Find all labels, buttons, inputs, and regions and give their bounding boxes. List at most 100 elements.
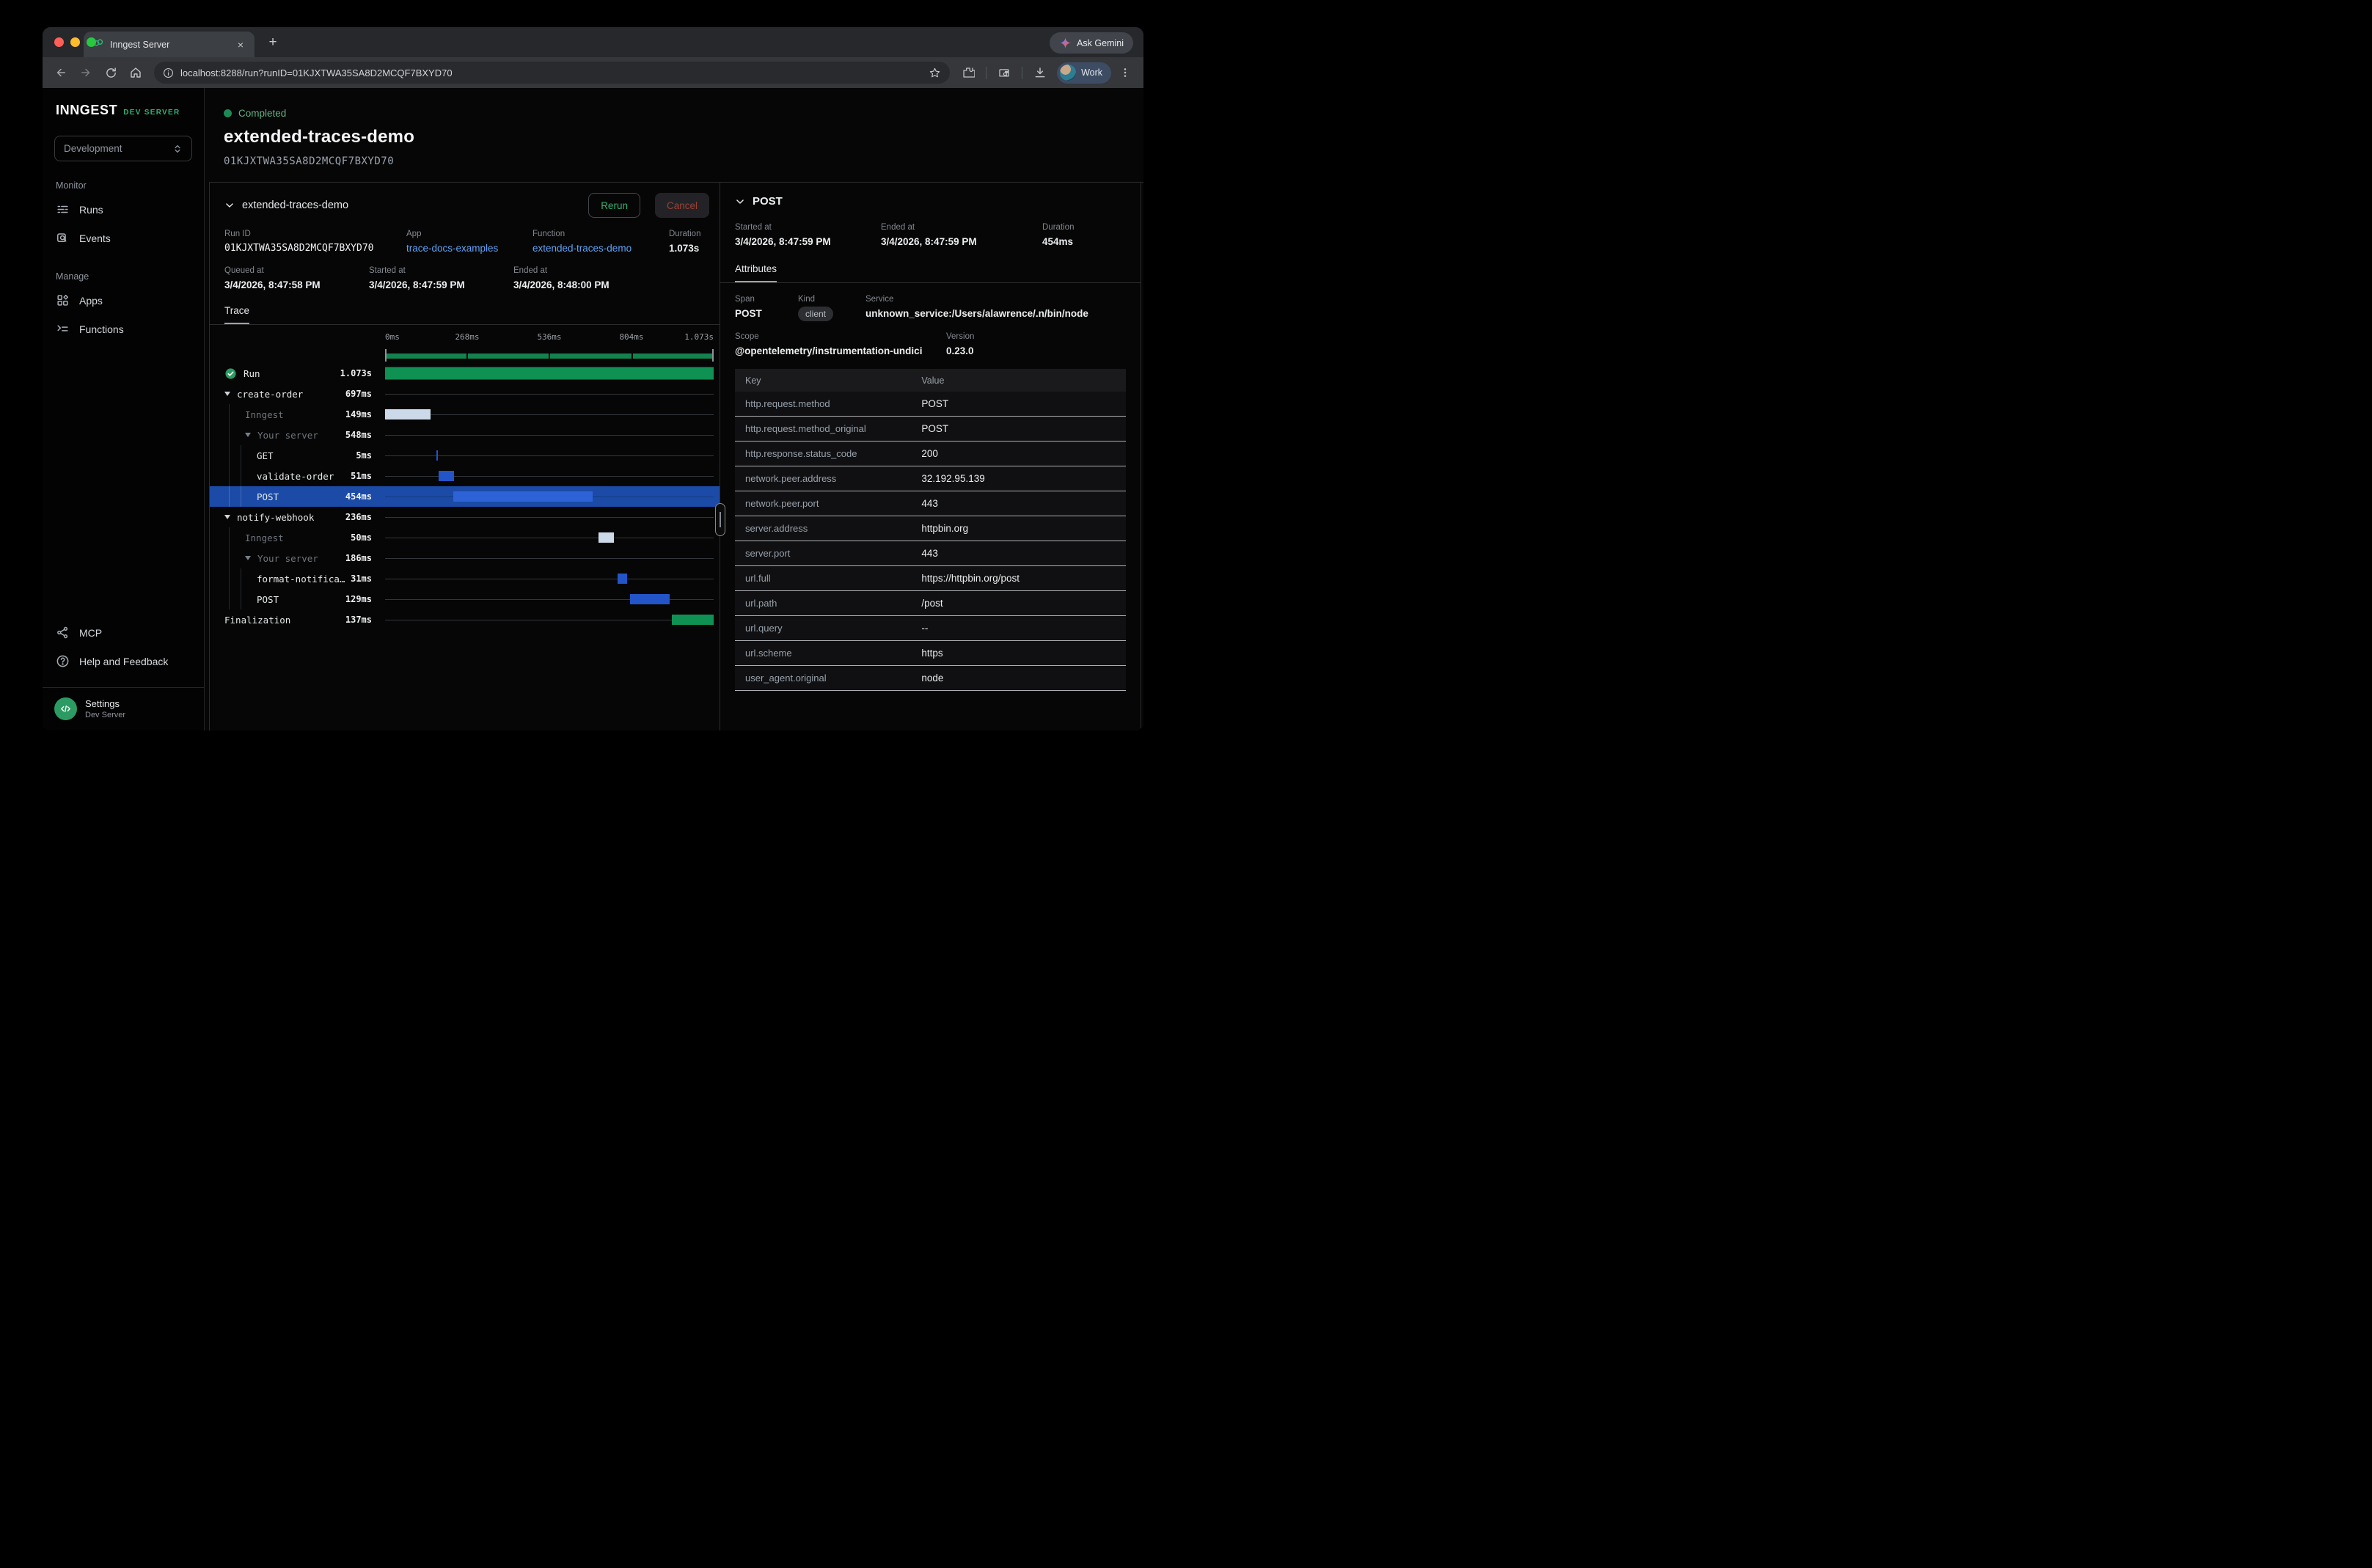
rerun-button[interactable]: Rerun [588,193,640,218]
browser-tab[interactable]: Inngest Server × [84,32,255,57]
sidebar-item-label: MCP [79,627,102,639]
span-bar[interactable] [672,615,714,625]
sidebar-item-events[interactable]: Events [54,224,192,252]
span-started-label: Started at [735,223,881,232]
sidebar-item-settings[interactable]: Settings Dev Server [43,687,204,730]
app-link[interactable]: trace-docs-examples [406,243,532,254]
span-duration-label: Duration [1042,223,1126,232]
trace-row-inngest[interactable]: Inngest149ms [210,404,720,425]
span-timeline-track [385,466,714,486]
caret-down-icon[interactable] [245,556,251,560]
sidebar-item-mcp[interactable]: MCP [54,618,192,647]
span-bar[interactable] [385,409,431,420]
new-tab-button[interactable]: + [263,33,282,52]
cancel-button[interactable]: Cancel [655,193,709,218]
span-bar[interactable] [385,367,714,380]
attribute-value: https [921,648,1124,659]
minimize-window-button[interactable] [70,37,80,47]
forward-button[interactable] [75,62,97,84]
environment-select[interactable]: Development [54,136,192,161]
trace-row-your-server[interactable]: Your server186ms [210,548,720,568]
span-bar[interactable] [439,471,454,481]
url-bar[interactable]: localhost:8288/run?runID=01KJXTWA35SA8D2… [154,62,950,84]
reload-button[interactable] [100,62,122,84]
attributes-table: Key Value http.request.method POSThttp.r… [735,369,1126,691]
axis-tick-label: 1.073s [684,332,714,342]
trace-row-inngest[interactable]: Inngest50ms [210,527,720,548]
sidebar-item-help-and-feedback[interactable]: Help and Feedback [54,647,192,675]
settings-label: Settings [85,698,125,709]
chevron-down-icon[interactable] [735,197,745,207]
attribute-row: url.path /post [735,591,1126,616]
trace-row-run[interactable]: Run1.073s [210,363,720,384]
attribute-key: http.response.status_code [745,448,921,459]
span-bar[interactable] [618,574,627,584]
span-ended-value: 3/4/2026, 8:47:59 PM [881,236,1042,247]
attribute-row: server.address httpbin.org [735,516,1126,541]
span-duration-value: 454ms [1042,236,1126,247]
profile-chip[interactable]: Work [1057,62,1111,84]
axis-tick-label: 536ms [537,332,561,342]
minimap-segment [633,353,714,359]
close-tab-icon[interactable]: × [234,38,247,51]
trace-row-post[interactable]: POST129ms [210,589,720,609]
tab-attributes[interactable]: Attributes [735,263,777,282]
attribute-key: url.query [745,623,921,634]
timeline-minimap[interactable] [210,348,720,363]
sidebar-item-apps[interactable]: Apps [54,286,192,315]
close-window-button[interactable] [54,37,64,47]
tab-trace[interactable]: Trace [224,305,249,324]
span-bar[interactable] [436,450,438,461]
download-icon[interactable] [1029,62,1051,84]
trace-row-post[interactable]: POST454ms [210,486,720,507]
reading-mode-icon[interactable] [993,62,1015,84]
span-duration: 51ms [351,471,372,481]
sidebar-item-runs[interactable]: Runs [54,195,192,224]
caret-down-icon[interactable] [224,515,230,519]
chevron-down-icon[interactable] [224,200,235,210]
sidebar-item-label: Help and Feedback [79,656,168,667]
chevron-updown-icon [172,144,183,154]
url-text[interactable]: localhost:8288/run?runID=01KJXTWA35SA8D2… [180,67,917,78]
function-link[interactable]: extended-traces-demo [532,243,669,254]
queued-at-label: Queued at [224,266,369,275]
caret-down-icon[interactable] [224,392,230,396]
sidebar-item-functions[interactable]: Functions [54,315,192,343]
bookmark-star-icon[interactable] [923,62,945,84]
attribute-value: POST [921,398,1124,409]
help-icon [56,654,70,668]
home-button[interactable] [125,62,147,84]
indent-guide [229,548,230,568]
started-at-label: Started at [369,266,513,275]
span-timeline-track [385,384,714,404]
span-bar[interactable] [453,491,593,502]
trace-row-create-order[interactable]: create-order697ms [210,384,720,404]
dev-server-badge: DEV SERVER [123,109,180,117]
trace-row-your-server[interactable]: Your server548ms [210,425,720,445]
attribute-row: http.request.method POST [735,392,1126,417]
sidebar-item-label: Events [79,232,111,244]
maximize-window-button[interactable] [87,37,96,47]
trace-row-format-notifica-[interactable]: format-notifica…31ms [210,568,720,589]
trace-row-notify-webhook[interactable]: notify-webhook236ms [210,507,720,527]
attribute-row: url.full https://httpbin.org/post [735,566,1126,591]
trace-tab-bar: Trace [210,304,720,325]
trace-row-finalization[interactable]: Finalization137ms [210,609,720,630]
span-duration: 548ms [345,430,372,440]
span-timeline-track [385,363,714,384]
browser-menu-icon[interactable] [1114,62,1136,84]
site-info-icon[interactable] [163,67,174,78]
ask-gemini-button[interactable]: Ask Gemini [1050,32,1133,54]
back-button[interactable] [50,62,72,84]
caret-down-icon[interactable] [245,433,251,437]
trace-row-validate-order[interactable]: validate-order51ms [210,466,720,486]
extensions-icon[interactable] [957,62,979,84]
duration-label: Duration [669,230,705,238]
span-name: Inngest [245,532,284,543]
span-bar[interactable] [630,594,670,604]
span-name: create-order [237,389,303,400]
panel-resize-handle[interactable] [715,503,725,536]
span-bar[interactable] [599,532,614,543]
queued-at-value: 3/4/2026, 8:47:58 PM [224,279,369,290]
trace-row-get[interactable]: GET5ms [210,445,720,466]
